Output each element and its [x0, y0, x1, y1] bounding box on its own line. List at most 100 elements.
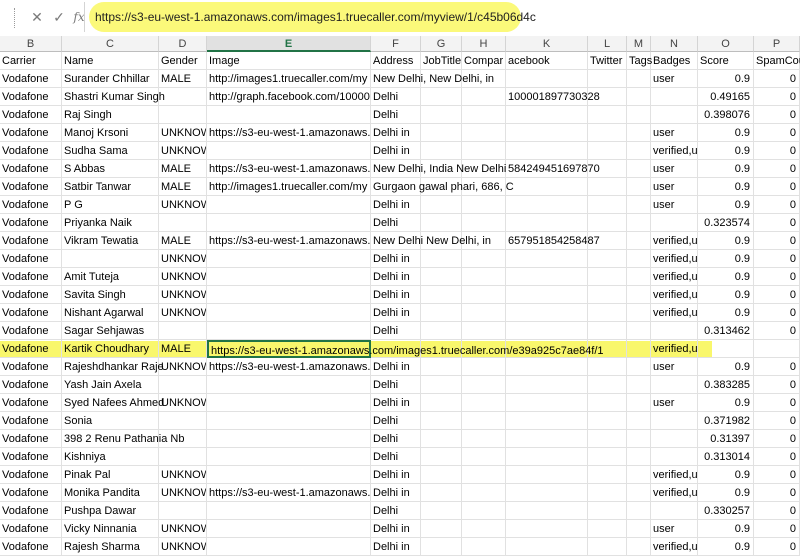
- table-cell[interactable]: 0.313014: [698, 448, 754, 466]
- table-cell[interactable]: 0.9: [698, 466, 754, 484]
- table-cell[interactable]: [506, 106, 588, 124]
- table-cell[interactable]: http://graph.facebook.com/10000: [207, 88, 371, 106]
- table-cell[interactable]: Vodafone: [0, 502, 62, 520]
- table-cell[interactable]: [462, 106, 506, 124]
- table-cell[interactable]: Vodafone: [0, 286, 62, 304]
- table-cell[interactable]: [588, 484, 627, 502]
- table-cell[interactable]: [207, 502, 371, 520]
- table-cell[interactable]: [588, 286, 627, 304]
- table-cell[interactable]: [506, 520, 588, 538]
- table-cell[interactable]: [421, 286, 462, 304]
- table-cell[interactable]: [159, 412, 207, 430]
- table-cell[interactable]: https://s3-eu-west-1.amazonaws.com/image…: [207, 340, 604, 358]
- table-cell[interactable]: 100001897730328: [506, 88, 600, 106]
- table-cell[interactable]: Delhi in: [371, 196, 421, 214]
- table-cell[interactable]: http://images1.truecaller.com/my: [207, 70, 371, 88]
- table-cell[interactable]: Vikram Tewatia: [62, 232, 159, 250]
- table-cell[interactable]: S Abbas: [62, 160, 159, 178]
- table-cell[interactable]: Delhi in: [371, 250, 421, 268]
- table-cell[interactable]: Delhi in: [371, 538, 421, 556]
- table-cell[interactable]: [651, 412, 698, 430]
- table-cell[interactable]: [462, 520, 506, 538]
- table-cell[interactable]: [462, 142, 506, 160]
- table-cell[interactable]: [462, 322, 506, 340]
- table-cell[interactable]: Nishant Agarwal: [62, 304, 159, 322]
- table-cell[interactable]: 0.9: [698, 286, 754, 304]
- table-cell[interactable]: [588, 250, 627, 268]
- table-cell[interactable]: [588, 358, 627, 376]
- table-cell[interactable]: [627, 340, 651, 358]
- table-cell[interactable]: [698, 340, 754, 358]
- header-cell[interactable]: Compar: [462, 52, 506, 70]
- table-cell[interactable]: Yash Jain Axela: [62, 376, 159, 394]
- table-cell[interactable]: [421, 322, 462, 340]
- table-cell[interactable]: Vodafone: [0, 484, 62, 502]
- table-cell[interactable]: [421, 196, 462, 214]
- table-cell[interactable]: [627, 160, 651, 178]
- table-cell[interactable]: [159, 322, 207, 340]
- table-cell[interactable]: Pinak Pal: [62, 466, 159, 484]
- table-cell[interactable]: [159, 214, 207, 232]
- table-cell[interactable]: [207, 322, 371, 340]
- table-cell[interactable]: user: [651, 160, 698, 178]
- table-cell[interactable]: Sudha Sama: [62, 142, 159, 160]
- table-cell[interactable]: [588, 502, 627, 520]
- table-cell[interactable]: 0.9: [698, 196, 754, 214]
- table-cell[interactable]: Vodafone: [0, 160, 62, 178]
- table-cell[interactable]: [462, 430, 506, 448]
- table-cell[interactable]: Vodafone: [0, 340, 62, 358]
- table-cell[interactable]: [627, 178, 651, 196]
- table-cell[interactable]: Delhi: [371, 430, 421, 448]
- table-cell[interactable]: 0: [754, 322, 800, 340]
- table-cell[interactable]: [627, 304, 651, 322]
- table-cell[interactable]: Surander Chhillar: [62, 70, 159, 88]
- table-cell[interactable]: UNKNOW: [159, 358, 207, 376]
- column-header-b[interactable]: B: [0, 36, 62, 52]
- table-cell[interactable]: Savita Singh: [62, 286, 159, 304]
- table-cell[interactable]: [159, 376, 207, 394]
- table-cell[interactable]: [207, 214, 371, 232]
- table-cell[interactable]: [207, 394, 371, 412]
- table-cell[interactable]: 584249451697870: [506, 160, 600, 178]
- table-cell[interactable]: UNKNOWN: [159, 286, 207, 304]
- table-cell[interactable]: [462, 304, 506, 322]
- table-cell[interactable]: Pushpa Dawar: [62, 502, 159, 520]
- table-cell[interactable]: [462, 466, 506, 484]
- column-header-g[interactable]: G: [421, 36, 462, 52]
- table-cell[interactable]: 0: [754, 466, 800, 484]
- table-cell[interactable]: Vodafone: [0, 178, 62, 196]
- table-cell[interactable]: Vodafone: [0, 358, 62, 376]
- table-cell[interactable]: [506, 142, 588, 160]
- table-cell[interactable]: UNKNOWN: [159, 250, 207, 268]
- table-cell[interactable]: [421, 88, 462, 106]
- table-cell[interactable]: [651, 214, 698, 232]
- table-cell[interactable]: user: [651, 178, 698, 196]
- table-cell[interactable]: [207, 412, 371, 430]
- table-cell[interactable]: [506, 322, 588, 340]
- table-cell[interactable]: Delhi in: [371, 520, 421, 538]
- table-cell[interactable]: 0.9: [698, 124, 754, 142]
- table-cell[interactable]: 0: [754, 178, 800, 196]
- table-cell[interactable]: Vodafone: [0, 520, 62, 538]
- table-cell[interactable]: 0.383285: [698, 376, 754, 394]
- table-cell[interactable]: Delhi in: [371, 124, 421, 142]
- table-cell[interactable]: [651, 88, 698, 106]
- table-cell[interactable]: 0: [754, 142, 800, 160]
- table-cell[interactable]: Delhi: [371, 88, 421, 106]
- table-cell[interactable]: [421, 304, 462, 322]
- check-icon[interactable]: ✓: [48, 6, 70, 28]
- table-cell[interactable]: 0: [754, 124, 800, 142]
- table-cell[interactable]: 0.9: [698, 304, 754, 322]
- table-cell[interactable]: [627, 232, 651, 250]
- table-cell[interactable]: [421, 448, 462, 466]
- table-cell[interactable]: [506, 124, 588, 142]
- table-cell[interactable]: 0: [754, 196, 800, 214]
- table-cell[interactable]: [462, 88, 506, 106]
- table-cell[interactable]: [588, 178, 627, 196]
- table-cell[interactable]: Vodafone: [0, 142, 62, 160]
- table-cell[interactable]: [207, 268, 371, 286]
- table-cell[interactable]: [627, 538, 651, 556]
- table-cell[interactable]: [627, 214, 651, 232]
- table-cell[interactable]: verified,u: [651, 142, 698, 160]
- table-cell[interactable]: Delhi in: [371, 484, 421, 502]
